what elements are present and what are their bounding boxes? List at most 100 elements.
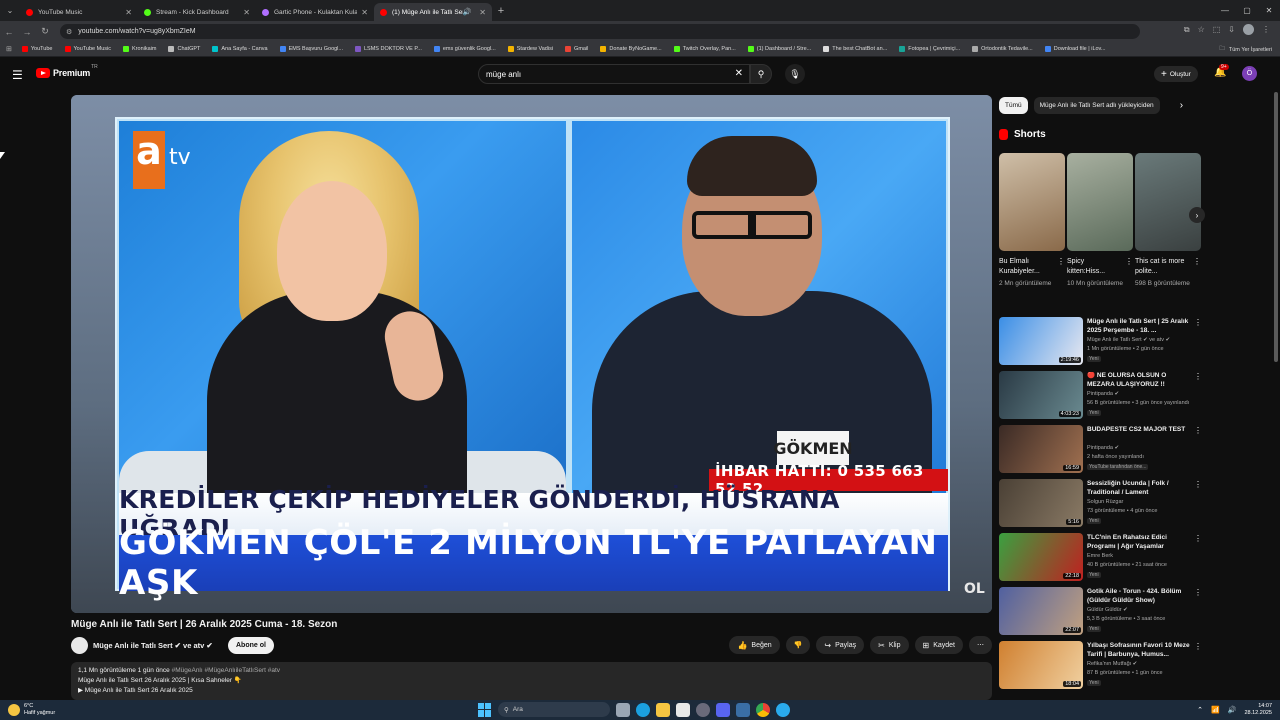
browser-tab[interactable]: (1) Müge Anlı ile Tatlı Sert | 🔊 ✕ — [374, 3, 492, 21]
channel-avatar[interactable] — [71, 637, 88, 654]
video-thumbnail[interactable]: 16:59 — [999, 425, 1083, 473]
short-item[interactable]: Bu Elmalı Kurabiyeler... 2 Mn görüntüleme… — [999, 153, 1065, 289]
bookmark-item[interactable]: YouTube Music — [64, 46, 111, 52]
like-button[interactable]: 👍 Beğen — [729, 636, 780, 654]
save-button[interactable]: ⊞ Kaydet — [914, 636, 963, 654]
video-description[interactable]: 1,1 Mn görüntüleme 1 gün önce #MügeAnlı … — [71, 662, 992, 700]
close-tab-icon[interactable]: ✕ — [125, 8, 132, 17]
clip-button[interactable]: ✂ Klip — [870, 636, 909, 654]
chevron-right-icon[interactable]: › — [1180, 100, 1183, 111]
video-menu-icon[interactable]: ⋮ — [1194, 372, 1202, 381]
minimize-icon[interactable]: — — [1214, 0, 1236, 21]
account-avatar[interactable]: Ö — [1242, 66, 1257, 81]
clock[interactable]: 14:07 28.12.2025 — [1244, 703, 1272, 717]
video-menu-icon[interactable]: ⋮ — [1194, 318, 1202, 327]
page-scrollbar[interactable] — [1274, 92, 1278, 362]
discord-icon[interactable] — [716, 702, 730, 717]
bookmark-item[interactable]: ems güvenlik Googl... — [433, 46, 496, 52]
channel-name[interactable]: Müge Anlı ile Tatlı Sert ✔ ve atv ✔ — [93, 641, 213, 650]
bookmark-item[interactable]: Donate ByNoGame... — [600, 46, 662, 52]
related-video-item[interactable]: 22:07 Gotik Aile - Torun - 424. Bölüm (Gü… — [999, 587, 1204, 641]
bookmark-item[interactable]: Download file | iLov... — [1044, 46, 1106, 52]
apps-icon[interactable]: ⊞ — [6, 45, 12, 53]
video-thumbnail[interactable]: 4:03:23 — [999, 371, 1083, 419]
youtube-logo[interactable]: Premium TR — [36, 64, 98, 78]
video-channel[interactable]: Müge Anlı ile Tatlı Sert ✔ ve atv ✔ — [1087, 337, 1170, 343]
profile-avatar[interactable] — [1243, 24, 1254, 35]
short-menu-icon[interactable]: ⋮ — [1193, 257, 1201, 266]
start-button[interactable] — [478, 702, 492, 717]
share-button[interactable]: ↪ Paylaş — [816, 636, 865, 654]
speaker-icon[interactable]: 🔊 — [463, 8, 472, 16]
chip-from-uploader[interactable]: Müge Anlı ile Tatlı Sert adlı yükleyicid… — [1033, 96, 1160, 114]
weather-widget[interactable]: 6°C Hafif yağmur — [8, 700, 55, 720]
short-menu-icon[interactable]: ⋮ — [1057, 257, 1065, 266]
related-video-item[interactable]: 18:04 Yılbaşı Sofrasının Favori 10 Meze T… — [999, 641, 1204, 695]
edge-icon[interactable] — [636, 702, 650, 717]
video-title[interactable]: Müge Anlı ile Tatlı Sert | 25 Aralık 202… — [1087, 318, 1193, 335]
site-info-icon[interactable]: ⚙ — [66, 28, 72, 36]
settings-app-icon[interactable] — [696, 702, 710, 717]
short-thumbnail[interactable] — [1067, 153, 1133, 251]
video-title[interactable]: Gotik Aile - Torun - 424. Bölüm (Güldür … — [1087, 588, 1193, 605]
forward-icon[interactable]: → — [18, 27, 36, 37]
close-tab-icon[interactable]: ✕ — [479, 8, 486, 17]
address-bar[interactable]: ⚙ youtube.com/watch?v=ug8yXbmZIeM — [60, 24, 1140, 39]
video-channel[interactable]: Emre Berk — [1087, 553, 1113, 559]
video-menu-icon[interactable]: ⋮ — [1194, 588, 1202, 597]
new-tab-button[interactable]: + — [492, 5, 510, 17]
bookmark-item[interactable]: Kronikaim — [123, 46, 156, 52]
bookmark-item[interactable]: Twitch Overlay, Pan... — [673, 46, 736, 52]
app-icon[interactable] — [736, 702, 750, 717]
more-actions-button[interactable]: ⋯ — [969, 636, 992, 654]
reload-icon[interactable]: ↻ — [36, 26, 54, 37]
voice-search-button[interactable]: 🎙 — [785, 64, 805, 84]
bookmark-item[interactable]: The best ChatBot an... — [823, 46, 887, 52]
subscribe-button[interactable]: Abone ol — [228, 637, 274, 654]
video-player[interactable]: a tv GÖKMEN İHBAR HATTI: 0 535 663 52 52… — [71, 95, 992, 613]
bookmark-item[interactable]: (1) Dashboard / Stre... — [747, 46, 811, 52]
video-thumbnail[interactable]: 5:16 — [999, 479, 1083, 527]
close-window-icon[interactable]: ✕ — [1258, 0, 1280, 21]
video-title[interactable]: 🔴 NE OLURSA OLSUN O MEZARA ULAŞIYORUZ !! — [1087, 372, 1193, 389]
bookmark-item[interactable]: EMS Başvuru Googl... — [279, 46, 343, 52]
bookmark-item[interactable]: ChatGPT — [168, 46, 200, 52]
video-thumbnail[interactable]: 22:18 — [999, 533, 1083, 581]
search-input[interactable]: müge anlı ✕ — [478, 64, 750, 84]
related-video-item[interactable]: 16:59 BUDAPESTE CS2 MAJOR TEST Pintipanda … — [999, 425, 1204, 479]
related-video-item[interactable]: 22:18 TLC'nin En Rahatsız Edici Programı … — [999, 533, 1204, 587]
extensions-icon[interactable]: ⬚ — [1213, 25, 1221, 34]
document-icon[interactable] — [676, 702, 690, 717]
search-button[interactable]: ⚲ — [750, 64, 772, 84]
cast-icon[interactable]: ⧉ — [1184, 25, 1190, 35]
network-icon[interactable]: 📶 — [1211, 706, 1220, 714]
bookmark-star-icon[interactable]: ☆ — [1198, 25, 1205, 34]
video-thumbnail[interactable]: 2:19:46 — [999, 317, 1083, 365]
clear-search-icon[interactable]: ✕ — [735, 68, 743, 79]
video-channel[interactable]: Refika'nın Mutfağı ✔ — [1087, 661, 1137, 667]
video-menu-icon[interactable]: ⋮ — [1194, 426, 1202, 435]
chip-all[interactable]: Tümü — [999, 96, 1028, 114]
short-item[interactable]: Spicy kitten:Hiss... 10 Mn görüntüleme ⋮ — [1067, 153, 1133, 289]
browser-tab[interactable]: YouTube Music ✕ — [20, 3, 138, 21]
video-title[interactable]: Yılbaşı Sofrasının Favori 10 Meze Tarifi… — [1087, 642, 1193, 659]
video-title[interactable]: Sessizliğin Ucunda | Folk / Traditional … — [1087, 480, 1193, 497]
video-thumbnail[interactable]: 18:04 — [999, 641, 1083, 689]
bookmark-item[interactable]: Ortodontik Tedavile... — [972, 46, 1033, 52]
video-thumbnail[interactable]: 22:07 — [999, 587, 1083, 635]
task-view-icon[interactable] — [616, 702, 630, 717]
downloads-icon[interactable]: ⇩ — [1228, 25, 1235, 34]
bookmark-item[interactable]: LSMS DOKTOR VE P... — [355, 46, 422, 52]
browser-tab[interactable]: Stream - Kick Dashboard ✕ — [138, 3, 256, 21]
close-tab-icon[interactable]: ✕ — [243, 8, 250, 17]
bookmark-item[interactable]: Stardew Vadisi — [507, 46, 553, 52]
maximize-icon[interactable]: ▢ — [1236, 0, 1258, 21]
short-menu-icon[interactable]: ⋮ — [1125, 257, 1133, 266]
short-title[interactable]: Bu Elmalı Kurabiyeler... — [999, 257, 1065, 278]
video-channel[interactable]: Güldür Güldür ✔ — [1087, 607, 1128, 613]
description-tags[interactable]: #MügeAnlı #MügeAnlıileTatlıSert #atv — [172, 667, 280, 674]
tab-search-button[interactable]: ⌄ — [0, 0, 20, 21]
dislike-button[interactable]: 👎 — [785, 636, 811, 654]
volume-icon[interactable]: 🔊 — [1228, 706, 1237, 714]
video-menu-icon[interactable]: ⋮ — [1194, 642, 1202, 651]
